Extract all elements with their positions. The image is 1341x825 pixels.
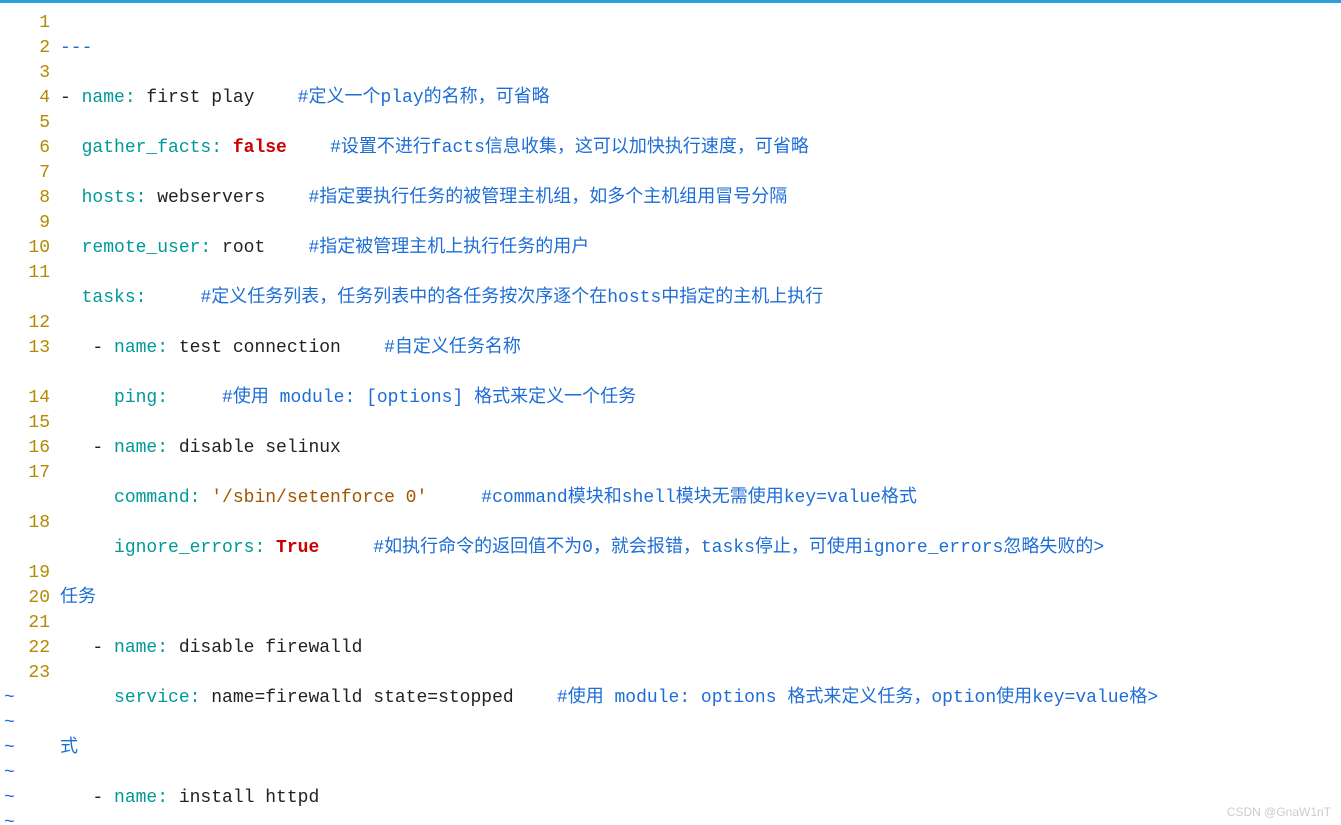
line-number: 1 (0, 11, 50, 36)
watermark: CSDN @GnaW1nT (1227, 805, 1331, 819)
line-number: 12 (0, 311, 50, 336)
line-number: 20 (0, 586, 50, 611)
yaml-key: ignore_errors: (114, 538, 265, 558)
yaml-key: name: (114, 338, 168, 358)
line-number: 4 (0, 86, 50, 111)
line-number: 5 (0, 111, 50, 136)
vim-tilde: ~ (0, 736, 50, 761)
code-area: --- - name: first play #定义一个play的名称，可省略 … (60, 11, 1341, 825)
code-line: - name: test connection #自定义任务名称 (60, 336, 1341, 361)
code-line: - name: install httpd (60, 786, 1341, 811)
vim-tilde: ~ (0, 711, 50, 736)
comment: #自定义任务名称 (384, 338, 521, 358)
yaml-key: service: (114, 688, 200, 708)
line-number: 21 (0, 611, 50, 636)
code-line: command: '/sbin/setenforce 0' #command模块… (60, 486, 1341, 511)
code-line: --- (60, 36, 1341, 61)
vim-tilde: ~ (0, 686, 50, 711)
line-number: 16 (0, 436, 50, 461)
line-number: 9 (0, 211, 50, 236)
vim-tilde: ~ (0, 786, 50, 811)
code-line: ping: #使用 module: [options] 格式来定义一个任务 (60, 386, 1341, 411)
line-number: 14 (0, 386, 50, 411)
code-line: tasks: #定义任务列表，任务列表中的各任务按次序逐个在hosts中指定的主… (60, 286, 1341, 311)
yaml-key: remote_user: (82, 238, 212, 258)
code-line: - name: first play #定义一个play的名称，可省略 (60, 86, 1341, 111)
code-line: hosts: webservers #指定要执行任务的被管理主机组，如多个主机组… (60, 186, 1341, 211)
line-number: 15 (0, 411, 50, 436)
code-line: service: name=firewalld state=stopped #使… (60, 686, 1341, 711)
code-line: remote_user: root #指定被管理主机上执行任务的用户 (60, 236, 1341, 261)
code-line: - name: disable firewalld (60, 636, 1341, 661)
vim-tilde: ~ (0, 761, 50, 786)
line-number: 19 (0, 561, 50, 586)
yaml-key: command: (114, 488, 200, 508)
comment: #设置不进行facts信息收集，这可以加快执行速度，可省略 (330, 138, 809, 158)
yaml-doc-start: --- (60, 38, 92, 58)
yaml-key: name: (114, 788, 168, 808)
line-number: 10 (0, 236, 50, 261)
vim-tilde: ~ (0, 811, 50, 825)
line-number-gutter: 1234567891011 1213 14151617 18 192021222… (0, 11, 50, 825)
code-line: ignore_errors: True #如执行命令的返回值不为0，就会报错，t… (60, 536, 1341, 561)
yaml-key: tasks: (82, 288, 147, 308)
code-line: - name: disable selinux (60, 436, 1341, 461)
line-number: 2 (0, 36, 50, 61)
yaml-key: name: (114, 638, 168, 658)
code-line: gather_facts: false #设置不进行facts信息收集，这可以加… (60, 136, 1341, 161)
line-number (0, 286, 50, 311)
yaml-key: gather_facts: (82, 138, 222, 158)
comment: #指定被管理主机上执行任务的用户 (308, 238, 589, 258)
line-number: 7 (0, 161, 50, 186)
line-number: 11 (0, 261, 50, 286)
comment: #如执行命令的返回值不为0，就会报错，tasks停止，可使用ignore_err… (373, 538, 1104, 558)
code-line: 任务 (60, 586, 1341, 611)
line-number: 23 (0, 661, 50, 686)
line-number: 8 (0, 186, 50, 211)
comment: #定义一个play的名称，可省略 (298, 88, 550, 108)
line-number: 3 (0, 61, 50, 86)
line-number: 17 (0, 461, 50, 486)
line-number: 18 (0, 511, 50, 536)
line-number (0, 361, 50, 386)
line-number (0, 486, 50, 511)
yaml-key: ping: (114, 388, 168, 408)
code-line: 式 (60, 736, 1341, 761)
comment: #使用 module: options 格式来定义任务，option使用key=… (557, 688, 1158, 708)
yaml-key: name: (82, 88, 136, 108)
comment: #定义任务列表，任务列表中的各任务按次序逐个在hosts中指定的主机上执行 (200, 288, 823, 308)
yaml-key: name: (114, 438, 168, 458)
line-number: 13 (0, 336, 50, 361)
line-number: 22 (0, 636, 50, 661)
comment: #使用 module: [options] 格式来定义一个任务 (222, 388, 636, 408)
comment: #指定要执行任务的被管理主机组，如多个主机组用冒号分隔 (308, 188, 787, 208)
yaml-key: hosts: (82, 188, 147, 208)
line-number (0, 536, 50, 561)
comment: #command模块和shell模块无需使用key=value格式 (481, 488, 917, 508)
line-number: 6 (0, 136, 50, 161)
